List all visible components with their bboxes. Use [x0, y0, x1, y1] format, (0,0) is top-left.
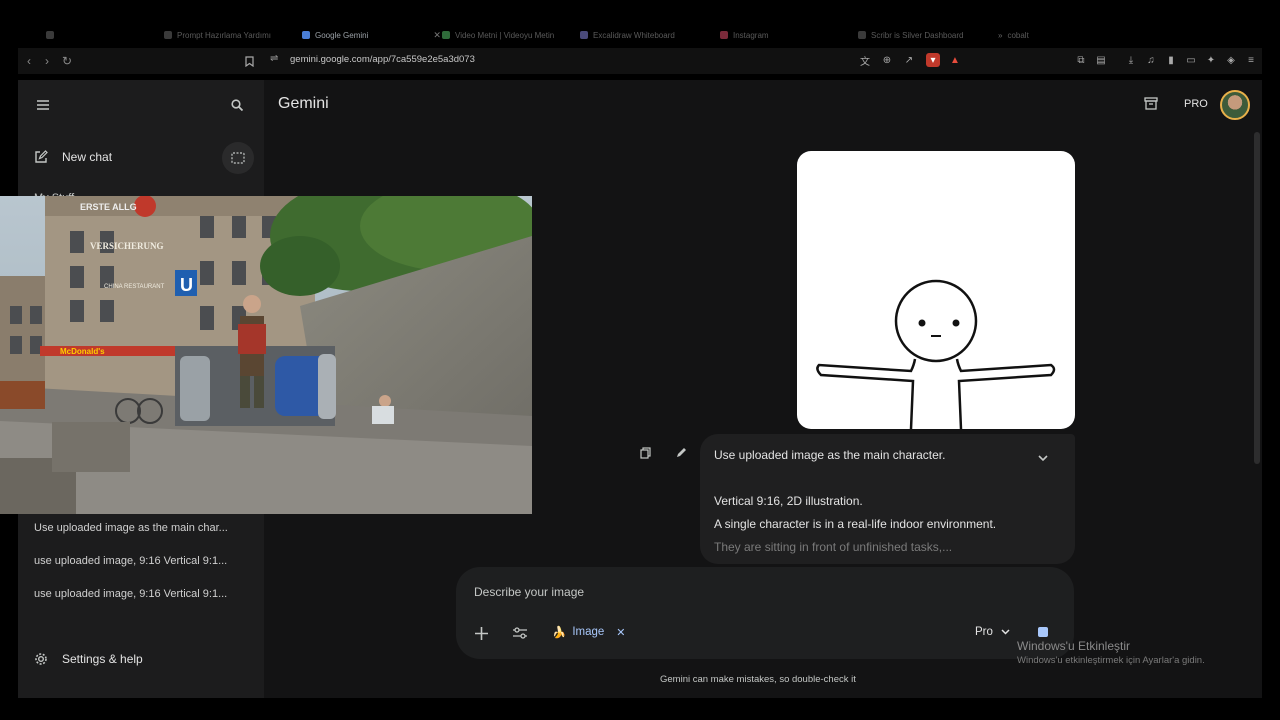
- tab-excalidraw[interactable]: Excalidraw Whiteboard: [580, 26, 675, 44]
- extensions-icon[interactable]: ⧉: [1074, 53, 1088, 67]
- tab-video[interactable]: Video Metni | Videoyu Metin: [442, 26, 554, 44]
- model-selector[interactable]: Pro: [975, 626, 1010, 638]
- leo-icon[interactable]: ✦: [1204, 53, 1218, 67]
- message-line: Vertical 9:16, 2D illustration.: [714, 494, 863, 508]
- gemini-logo-text[interactable]: Gemini: [278, 95, 329, 113]
- brave-shield-icon[interactable]: ▾: [926, 53, 940, 67]
- banana-icon: 🍌: [552, 627, 567, 639]
- tab-0[interactable]: [46, 26, 59, 44]
- close-tab-icon[interactable]: ✕: [433, 30, 441, 41]
- edit-square-icon: [35, 150, 48, 163]
- tools-icon[interactable]: [511, 624, 529, 642]
- tab-favicon-icon: [164, 31, 172, 39]
- image-tool-chip[interactable]: 🍌 Image ✕: [552, 625, 626, 639]
- tab-favicon-icon: [720, 31, 728, 39]
- street-escalator-scene: ERSTE ALLG VERSICHERUNG U CHINA RESTAURA…: [0, 196, 532, 514]
- message-line: A single character is in a real-life ind…: [714, 517, 997, 531]
- expand-chevron-icon[interactable]: [1038, 454, 1048, 465]
- gemini-favicon-icon: [302, 31, 310, 39]
- avatar[interactable]: [1220, 90, 1250, 120]
- video-overlay-frame: ERSTE ALLG VERSICHERUNG U CHINA RESTAURA…: [0, 196, 532, 514]
- tab-scribr[interactable]: Scribr is Silver Dashboard: [858, 26, 963, 44]
- sign-ubahn: U: [180, 275, 193, 295]
- media-icon[interactable]: ♫: [1144, 53, 1158, 67]
- screen: Prompt Hazırlama Yardımı Google Gemini ✕ …: [0, 0, 1280, 720]
- message-line: Use uploaded image as the main character…: [714, 448, 946, 462]
- temporary-chat-button[interactable]: [222, 142, 254, 174]
- temporary-chat-icon: [231, 152, 245, 164]
- copy-icon[interactable]: [636, 444, 654, 462]
- tab-favicon-icon: [858, 31, 866, 39]
- sign-erste: ERSTE ALLG: [80, 202, 137, 212]
- browser-toolbar: ‹ › ↻ ⇌ gemini.google.com/app/7ca559e2e5…: [18, 48, 1262, 74]
- scrollbar[interactable]: [1254, 132, 1260, 464]
- site-info-icon[interactable]: ⇌: [270, 53, 278, 64]
- sign-restaurant: CHINA RESTAURANT: [104, 284, 165, 290]
- prompt-composer: Describe your image 🍌 Image ✕ Pro: [456, 567, 1074, 659]
- search-icon[interactable]: [228, 96, 246, 114]
- tab-cobalt[interactable]: » cobalt: [998, 26, 1029, 44]
- disclaimer-text: Gemini can make mistakes, so double-chec…: [660, 674, 856, 685]
- user-message-bubble: Use uploaded image as the main character…: [700, 434, 1075, 564]
- back-icon[interactable]: ‹: [20, 52, 38, 70]
- chevron-down-icon: [1001, 629, 1010, 635]
- windows-activation-subtitle: Windows'u etkinleştirmek için Ayarlar'a …: [1017, 655, 1205, 666]
- recent-chat-item[interactable]: use uploaded image, 9:16 Vertical 9:1...: [34, 555, 227, 573]
- image-chip-label: Image: [572, 626, 605, 638]
- hamburger-menu-icon[interactable]: [34, 96, 52, 114]
- pro-badge[interactable]: PRO: [1184, 98, 1208, 110]
- reload-icon[interactable]: ↻: [58, 52, 76, 70]
- reader-icon[interactable]: ▤: [1094, 53, 1108, 67]
- forward-icon[interactable]: ›: [38, 52, 56, 70]
- cobalt-icon: »: [998, 30, 1003, 40]
- bookmark-icon[interactable]: [240, 52, 258, 70]
- tab-favicon-icon: [46, 31, 54, 39]
- message-line: They are sitting in front of unfinished …: [714, 540, 953, 554]
- tab-gemini[interactable]: Google Gemini ✕: [302, 26, 441, 44]
- add-icon[interactable]: [472, 624, 490, 642]
- translate-icon[interactable]: 文: [858, 53, 872, 68]
- stop-icon[interactable]: [1038, 627, 1048, 637]
- windows-activation-title: Windows'u Etkinleştir: [1017, 639, 1130, 653]
- uploaded-image[interactable]: [797, 151, 1075, 429]
- close-icon[interactable]: ✕: [616, 626, 625, 639]
- brave-rewards-icon[interactable]: ▲: [948, 53, 962, 67]
- sidebar-toggle-icon[interactable]: ▮: [1164, 53, 1178, 67]
- stick-figure-illustration: [816, 279, 1056, 429]
- sign-mcdonalds: McDonald's: [60, 347, 105, 356]
- tab-favicon-icon: [442, 31, 450, 39]
- tab-instagram[interactable]: Instagram: [720, 26, 769, 44]
- archive-icon[interactable]: [1144, 96, 1160, 112]
- vpn-icon[interactable]: ◈: [1224, 53, 1238, 67]
- menu-icon[interactable]: ≡: [1244, 53, 1258, 67]
- share-icon[interactable]: ↗: [902, 53, 916, 67]
- sign-versicherung: VERSICHERUNG: [90, 241, 164, 251]
- gear-icon: [35, 653, 47, 665]
- prompt-input[interactable]: Describe your image: [474, 585, 584, 599]
- recent-chat-item[interactable]: use uploaded image, 9:16 Vertical 9:1...: [34, 588, 227, 606]
- download-icon[interactable]: ⤓: [1124, 53, 1138, 67]
- recent-chat-item[interactable]: Use uploaded image as the main char...: [34, 522, 228, 540]
- settings-help-button[interactable]: Settings & help: [34, 652, 143, 666]
- tab-prompt[interactable]: Prompt Hazırlama Yardımı: [164, 26, 271, 44]
- tab-strip: Prompt Hazırlama Yardımı Google Gemini ✕ …: [18, 26, 1262, 44]
- tab-favicon-icon: [580, 31, 588, 39]
- new-chat-button[interactable]: New chat: [34, 146, 112, 168]
- url-field[interactable]: gemini.google.com/app/7ca559e2e5a3d073: [290, 54, 475, 65]
- wallet-icon[interactable]: ▭: [1184, 53, 1198, 67]
- edit-icon[interactable]: [672, 444, 690, 462]
- zoom-icon[interactable]: ⊕: [880, 53, 894, 67]
